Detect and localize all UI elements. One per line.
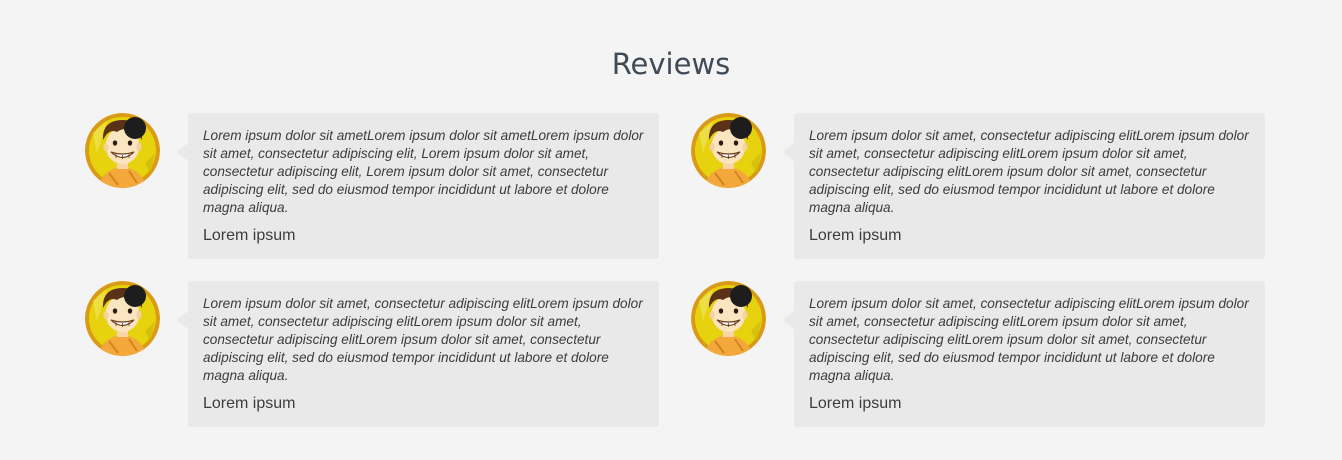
review-card: Lorem ipsum dolor sit amet, consectetur … xyxy=(691,281,1271,428)
review-bubble: Lorem ipsum dolor sit amet, consectetur … xyxy=(782,281,1265,427)
cartoon-boy-avatar-icon xyxy=(85,113,160,188)
review-card: Lorem ipsum dolor sit amet, consectetur … xyxy=(85,281,665,428)
section-title: Reviews xyxy=(611,47,731,81)
review-author: Lorem ipsum xyxy=(809,227,902,244)
cartoon-boy-avatar-icon xyxy=(85,281,160,356)
review-card: Lorem ipsum dolor sit ametLorem ipsum do… xyxy=(85,113,665,260)
review-card: Lorem ipsum dolor sit amet, consectetur … xyxy=(691,113,1271,260)
review-author: Lorem ipsum xyxy=(203,227,296,244)
review-text: Lorem ipsum dolor sit ametLorem ipsum do… xyxy=(203,128,644,215)
cartoon-boy-avatar-icon xyxy=(691,281,766,356)
review-bubble: Lorem ipsum dolor sit ametLorem ipsum do… xyxy=(176,113,659,259)
review-text: Lorem ipsum dolor sit amet, consectetur … xyxy=(809,296,1249,383)
review-bubble: Lorem ipsum dolor sit amet, consectetur … xyxy=(782,113,1265,259)
review-author: Lorem ipsum xyxy=(809,395,902,412)
review-author: Lorem ipsum xyxy=(203,395,296,412)
review-bubble: Lorem ipsum dolor sit amet, consectetur … xyxy=(176,281,659,427)
cartoon-boy-avatar-icon xyxy=(691,113,766,188)
review-text: Lorem ipsum dolor sit amet, consectetur … xyxy=(203,296,643,383)
review-text: Lorem ipsum dolor sit amet, consectetur … xyxy=(809,128,1249,215)
